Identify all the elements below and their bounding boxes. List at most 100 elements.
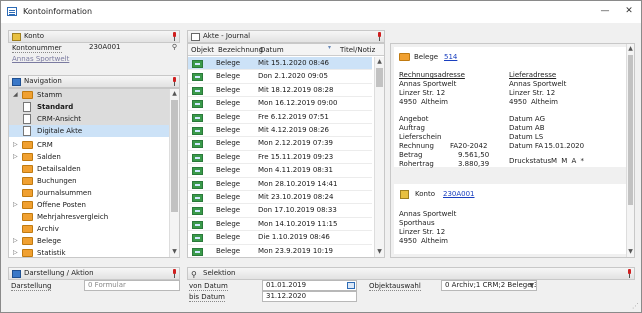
detail-scrollbar[interactable]: ▲ ▼ bbox=[626, 44, 634, 257]
chevron-down-icon[interactable]: ▼ bbox=[529, 281, 534, 290]
minimize-button[interactable]: — bbox=[597, 4, 613, 19]
navigation-scrollbar[interactable]: ▲ ▼ bbox=[169, 89, 179, 257]
nav-item-salden[interactable]: ▷ Salden bbox=[9, 151, 177, 163]
konto-link[interactable]: 230A001 bbox=[443, 190, 475, 198]
lieferadresse-line: Annas Sportwelt bbox=[509, 80, 567, 88]
expand-arrow-icon[interactable]: ▷ bbox=[13, 247, 18, 257]
folder-icon bbox=[22, 249, 33, 257]
scroll-thumb[interactable] bbox=[171, 100, 178, 212]
journal-column-header: Objekt Bezeichnung Datum ▾ Titel/Notiz bbox=[188, 44, 384, 56]
column-objekt[interactable]: Objekt bbox=[191, 46, 214, 54]
scroll-down-icon[interactable]: ▼ bbox=[627, 247, 634, 257]
table-row[interactable]: Belege Mon 23.9.2019 10:19 bbox=[188, 245, 372, 257]
darstellung-panel-header: Darstellung / Aktion bbox=[8, 267, 180, 280]
pin-icon[interactable] bbox=[171, 32, 177, 41]
expand-arrow-icon[interactable]: ▷ bbox=[13, 151, 18, 163]
calendar-icon[interactable] bbox=[347, 282, 355, 289]
collapse-arrow-icon[interactable]: ◢ bbox=[13, 89, 18, 101]
bis-datum-field[interactable]: 31.12.2020 bbox=[262, 291, 357, 302]
close-button[interactable]: ✕ bbox=[621, 4, 637, 19]
table-row[interactable]: Belege Mit 15.1.2020 08:46 bbox=[188, 57, 372, 71]
window-title: Kontoinformation bbox=[23, 7, 93, 16]
detail-pane: Belege 514 Rechnungsadresse Annas Sportw… bbox=[390, 43, 635, 258]
table-row[interactable]: Belege Die 1.10.2019 08:46 bbox=[188, 231, 372, 245]
journal-scrollbar[interactable]: ▲ ▼ bbox=[374, 57, 384, 257]
kontoinformation-window: Kontoinformation — ✕ Konto Kontonummer 2… bbox=[0, 0, 642, 313]
table-row[interactable]: Belege Fre 6.12.2019 07:51 bbox=[188, 111, 372, 124]
darstellung-field[interactable]: 0 Formular bbox=[84, 280, 180, 291]
belege-icon bbox=[192, 100, 203, 109]
lieferschein-label: Lieferschein bbox=[399, 133, 442, 141]
table-row[interactable]: Belege Mon 4.11.2019 08:31 bbox=[188, 164, 372, 178]
table-row[interactable]: Belege Mon 28.10.2019 14:41 bbox=[188, 178, 372, 191]
von-datum-value: 01.01.2019 bbox=[266, 281, 307, 289]
nav-item-archiv[interactable]: Archiv bbox=[9, 223, 177, 235]
belege-icon bbox=[192, 153, 203, 162]
von-datum-field[interactable]: 01.01.2019 bbox=[262, 280, 357, 291]
objektauswahl-select[interactable]: 0 Archiv;1 CRM;2 Belege;3 P ▼ bbox=[441, 280, 537, 291]
konto-card: Konto 230A001 Annas Sportwelt Sporthaus … bbox=[394, 184, 626, 254]
navigation-header-label: Navigation bbox=[24, 77, 62, 85]
scroll-up-icon[interactable]: ▲ bbox=[375, 57, 384, 67]
nav-item-statistik[interactable]: ▷ Statistik bbox=[9, 247, 177, 257]
table-row[interactable]: Belege Mit 23.10.2019 08:24 bbox=[188, 191, 372, 205]
lieferadresse-line: Linzer Str. 12 bbox=[509, 89, 556, 97]
nav-item-detailsalden[interactable]: Detailsalden bbox=[9, 163, 177, 175]
row-bezeichnung: Belege bbox=[216, 179, 241, 188]
nav-item-label: Digitale Akte bbox=[37, 127, 83, 135]
nav-item-label: Journalsummen bbox=[37, 189, 92, 197]
column-titel-notiz[interactable]: Titel/Notiz bbox=[340, 46, 375, 54]
scroll-down-icon[interactable]: ▼ bbox=[170, 247, 179, 257]
scroll-thumb[interactable] bbox=[376, 68, 383, 87]
table-row[interactable]: Belege Don 17.10.2019 08:33 bbox=[188, 204, 372, 218]
belege-count-link[interactable]: 514 bbox=[444, 53, 457, 61]
nav-item-standard[interactable]: Standard bbox=[9, 101, 177, 113]
expand-arrow-icon[interactable]: ▷ bbox=[13, 139, 18, 151]
scroll-up-icon[interactable]: ▲ bbox=[627, 44, 634, 54]
expand-arrow-icon[interactable]: ▷ bbox=[13, 199, 18, 211]
table-row[interactable]: Belege Mit 18.12.2019 08:28 bbox=[188, 84, 372, 98]
expand-arrow-icon[interactable]: ▷ bbox=[13, 235, 18, 247]
nav-item-mehrjahresvergleich[interactable]: Mehrjahresvergleich bbox=[9, 211, 177, 223]
nav-item-journalsummen[interactable]: Journalsummen bbox=[9, 187, 177, 199]
pin-icon[interactable] bbox=[376, 32, 382, 41]
nav-item-offene-posten[interactable]: ▷ Offene Posten bbox=[9, 199, 177, 211]
kontonummer-label: Kontonummer bbox=[12, 44, 62, 53]
search-icon: ⚲ bbox=[191, 270, 197, 279]
search-icon[interactable]: ⚲ bbox=[172, 43, 177, 52]
table-row[interactable]: Belege Mon 2.12.2019 07:39 bbox=[188, 137, 372, 151]
konto-panel: Kontonummer 230A001 ⚲ Annas Sportwelt bbox=[8, 43, 180, 67]
table-row[interactable]: Belege Mit 4.12.2019 08:26 bbox=[188, 124, 372, 138]
sort-desc-icon: ▾ bbox=[328, 44, 332, 51]
scroll-down-icon[interactable]: ▼ bbox=[375, 247, 384, 257]
scroll-up-icon[interactable]: ▲ bbox=[170, 89, 179, 99]
nav-item-buchungen[interactable]: Buchungen bbox=[9, 175, 177, 187]
table-row[interactable]: Belege Don 2.1.2020 09:05 bbox=[188, 70, 372, 84]
folder-icon bbox=[22, 237, 33, 245]
journal-panel-header: Akte - Journal bbox=[187, 30, 385, 43]
konto-name-link[interactable]: Annas Sportwelt bbox=[12, 55, 69, 63]
konto-address-line: Sporthaus bbox=[399, 219, 435, 227]
navigation-panel-header: Navigation bbox=[8, 75, 180, 88]
resize-grip-icon[interactable]: ⋰ bbox=[632, 302, 639, 310]
nav-item-digitale-akte[interactable]: Digitale Akte bbox=[9, 125, 177, 137]
row-datum: Mon 14.10.2019 11:15 bbox=[258, 219, 338, 228]
pin-icon[interactable] bbox=[626, 269, 632, 278]
nav-item-belege[interactable]: ▷ Belege bbox=[9, 235, 177, 247]
nav-item-stamm[interactable]: ◢ Stamm bbox=[9, 89, 177, 101]
column-datum[interactable]: Datum bbox=[260, 46, 284, 54]
folder-icon bbox=[399, 53, 410, 61]
nav-item-label: Standard bbox=[37, 103, 74, 111]
druckstatus-value: M M A * bbox=[551, 157, 585, 165]
nav-item-crm-ansicht[interactable]: CRM-Ansicht bbox=[9, 113, 177, 125]
column-bezeichnung[interactable]: Bezeichnung bbox=[218, 46, 263, 54]
pin-icon[interactable] bbox=[171, 77, 177, 86]
kontonummer-field[interactable]: 230A001 ⚲ bbox=[86, 43, 180, 54]
table-row[interactable]: Belege Fre 15.11.2019 09:23 bbox=[188, 151, 372, 165]
nav-item-crm[interactable]: ▷ CRM bbox=[9, 139, 177, 151]
datum-ag-label: Datum AG bbox=[509, 115, 545, 123]
table-row[interactable]: Belege Mon 14.10.2019 11:15 bbox=[188, 218, 372, 232]
pin-icon[interactable] bbox=[171, 269, 177, 278]
table-row[interactable]: Belege Mon 16.12.2019 09:00 bbox=[188, 97, 372, 111]
scroll-thumb[interactable] bbox=[628, 55, 633, 205]
